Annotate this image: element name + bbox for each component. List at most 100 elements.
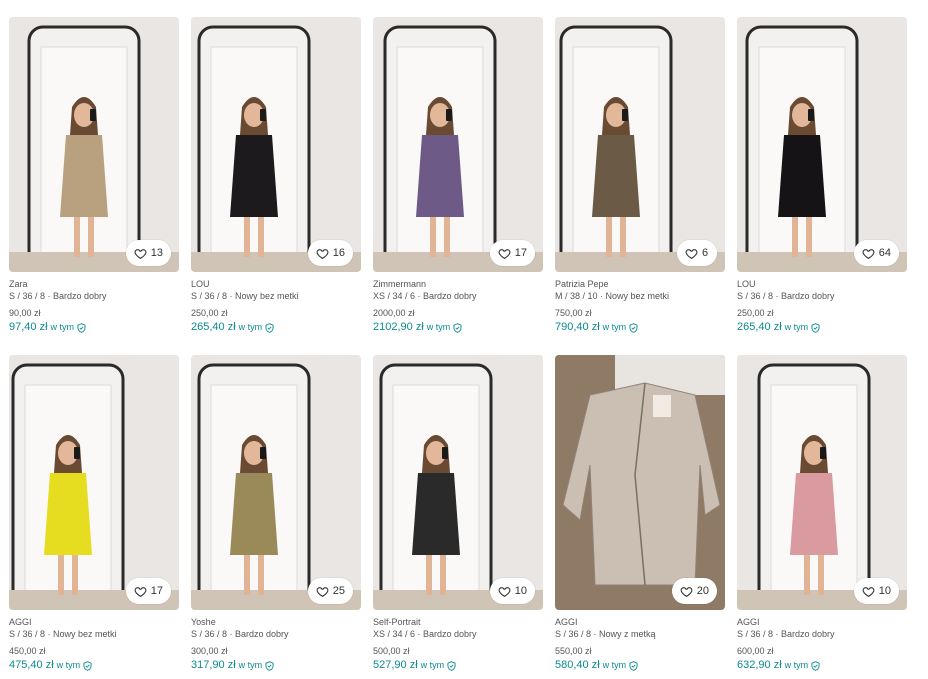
favorite-button[interactable]: 17 xyxy=(489,240,535,266)
product-price: 450,00 zł xyxy=(9,646,46,656)
shield-icon xyxy=(629,660,638,671)
product-card[interactable]: 6 Patrizia Pepe M / 38 / 10 · Nowy bez m… xyxy=(555,17,725,341)
product-total-price[interactable]: 265,40 zł w tym xyxy=(737,322,907,333)
shield-icon xyxy=(447,660,456,671)
product-photo[interactable]: 10 xyxy=(373,355,543,610)
favorite-count: 20 xyxy=(696,585,709,597)
favorite-button[interactable]: 16 xyxy=(307,240,353,266)
incl-label: w tym xyxy=(602,660,627,670)
product-details: S / 36 / 8 · Bardzo dobry xyxy=(191,629,289,639)
product-photo[interactable]: 6 xyxy=(555,17,725,272)
product-price: 550,00 zł xyxy=(555,646,592,656)
product-photo[interactable]: 13 xyxy=(9,17,179,272)
product-info: Patrizia Pepe M / 38 / 10 · Nowy bez met… xyxy=(555,272,725,333)
heart-icon xyxy=(134,248,147,259)
product-details: S / 36 / 8 · Nowy bez metki xyxy=(9,629,117,639)
favorite-button[interactable]: 13 xyxy=(125,240,171,266)
incl-label: w tym xyxy=(56,660,81,670)
product-details: S / 36 / 8 · Bardzo dobry xyxy=(737,629,835,639)
product-info: Zara S / 36 / 8 · Bardzo dobry 90,00 zł … xyxy=(9,272,179,333)
photo-scene xyxy=(191,355,361,610)
shield-icon xyxy=(811,660,820,671)
product-details: M / 38 / 10 · Nowy bez metki xyxy=(555,291,670,301)
product-card[interactable]: 16 LOU S / 36 / 8 · Nowy bez metki 250,0… xyxy=(191,17,361,341)
product-details: XS / 34 / 6 · Bardzo dobry xyxy=(373,629,477,639)
shield-icon xyxy=(453,322,462,333)
product-total-price[interactable]: 265,40 zł w tym xyxy=(191,322,361,333)
product-info: AGGI S / 36 / 8 · Nowy bez metki 450,00 … xyxy=(9,610,179,671)
heart-icon xyxy=(316,248,329,259)
total-price-value: 632,90 zł xyxy=(737,659,782,671)
photo-scene xyxy=(555,355,725,610)
favorite-button[interactable]: 10 xyxy=(853,578,899,604)
product-details: S / 36 / 8 · Nowy z metką xyxy=(555,629,656,639)
shield-icon xyxy=(265,322,274,333)
product-photo[interactable]: 64 xyxy=(737,17,907,272)
product-total-price[interactable]: 580,40 zł w tym xyxy=(555,660,725,671)
product-info: LOU S / 36 / 8 · Nowy bez metki 250,00 z… xyxy=(191,272,361,333)
product-total-price[interactable]: 632,90 zł w tym xyxy=(737,660,907,671)
product-card[interactable]: 64 LOU S / 36 / 8 · Bardzo dobry 250,00 … xyxy=(737,17,907,341)
photo-scene xyxy=(555,17,725,272)
photo-scene xyxy=(373,355,543,610)
favorite-count: 64 xyxy=(878,247,891,259)
heart-icon xyxy=(680,586,693,597)
product-card[interactable]: 25 Yoshe S / 36 / 8 · Bardzo dobry 300,0… xyxy=(191,355,361,679)
favorite-button[interactable]: 6 xyxy=(677,240,717,266)
product-total-price[interactable]: 2102,90 zł w tym xyxy=(373,322,543,333)
product-price: 750,00 zł xyxy=(555,308,592,318)
heart-icon xyxy=(685,248,698,259)
product-card[interactable]: 17 AGGI S / 36 / 8 · Nowy bez metki 450,… xyxy=(9,355,179,679)
incl-label: w tym xyxy=(420,660,445,670)
product-card[interactable]: 20 AGGI S / 36 / 8 · Nowy z metką 550,00… xyxy=(555,355,725,679)
incl-label: w tym xyxy=(238,322,263,332)
product-card[interactable]: 10 AGGI S / 36 / 8 · Bardzo dobry 600,00… xyxy=(737,355,907,679)
total-price-value: 265,40 zł xyxy=(191,321,236,333)
total-price-value: 475,40 zł xyxy=(9,659,54,671)
favorite-button[interactable]: 10 xyxy=(489,578,535,604)
product-price: 2000,00 zł xyxy=(373,308,415,318)
product-price: 250,00 zł xyxy=(737,308,774,318)
favorite-count: 17 xyxy=(150,585,163,597)
heart-icon xyxy=(134,586,147,597)
photo-scene xyxy=(9,17,179,272)
photo-scene xyxy=(9,355,179,610)
shield-icon xyxy=(811,322,820,333)
product-price: 250,00 zł xyxy=(191,308,228,318)
favorite-count: 6 xyxy=(702,247,709,259)
product-card[interactable]: 17 Zimmermann XS / 34 / 6 · Bardzo dobry… xyxy=(373,17,543,341)
product-card[interactable]: 13 Zara S / 36 / 8 · Bardzo dobry 90,00 … xyxy=(9,17,179,341)
product-total-price[interactable]: 475,40 zł w tym xyxy=(9,660,179,671)
product-total-price[interactable]: 790,40 zł w tym xyxy=(555,322,725,333)
product-photo[interactable]: 25 xyxy=(191,355,361,610)
product-details: S / 36 / 8 · Nowy bez metki xyxy=(191,291,299,301)
heart-icon xyxy=(498,586,511,597)
photo-scene xyxy=(737,17,907,272)
product-photo[interactable]: 16 xyxy=(191,17,361,272)
favorite-button[interactable]: 25 xyxy=(307,578,353,604)
shield-icon xyxy=(83,660,92,671)
product-photo[interactable]: 20 xyxy=(555,355,725,610)
product-info: Yoshe S / 36 / 8 · Bardzo dobry 300,00 z… xyxy=(191,610,361,671)
product-price: 300,00 zł xyxy=(191,646,228,656)
favorite-count: 17 xyxy=(514,247,527,259)
product-total-price[interactable]: 527,90 zł w tym xyxy=(373,660,543,671)
total-price-value: 97,40 zł xyxy=(9,321,48,333)
total-price-value: 580,40 zł xyxy=(555,659,600,671)
product-card[interactable]: 10 Self-Portrait XS / 34 / 6 · Bardzo do… xyxy=(373,355,543,679)
product-photo[interactable]: 17 xyxy=(9,355,179,610)
product-total-price[interactable]: 97,40 zł w tym xyxy=(9,322,179,333)
total-price-value: 317,90 zł xyxy=(191,659,236,671)
favorite-button[interactable]: 17 xyxy=(125,578,171,604)
total-price-value: 265,40 zł xyxy=(737,321,782,333)
product-info: AGGI S / 36 / 8 · Nowy z metką 550,00 zł… xyxy=(555,610,725,671)
product-photo[interactable]: 17 xyxy=(373,17,543,272)
product-photo[interactable]: 10 xyxy=(737,355,907,610)
product-info: Zimmermann XS / 34 / 6 · Bardzo dobry 20… xyxy=(373,272,543,333)
product-details: S / 36 / 8 · Bardzo dobry xyxy=(9,291,107,301)
favorite-button[interactable]: 20 xyxy=(671,578,717,604)
shield-icon xyxy=(265,660,274,671)
product-info: AGGI S / 36 / 8 · Bardzo dobry 600,00 zł… xyxy=(737,610,907,671)
favorite-button[interactable]: 64 xyxy=(853,240,899,266)
product-total-price[interactable]: 317,90 zł w tym xyxy=(191,660,361,671)
